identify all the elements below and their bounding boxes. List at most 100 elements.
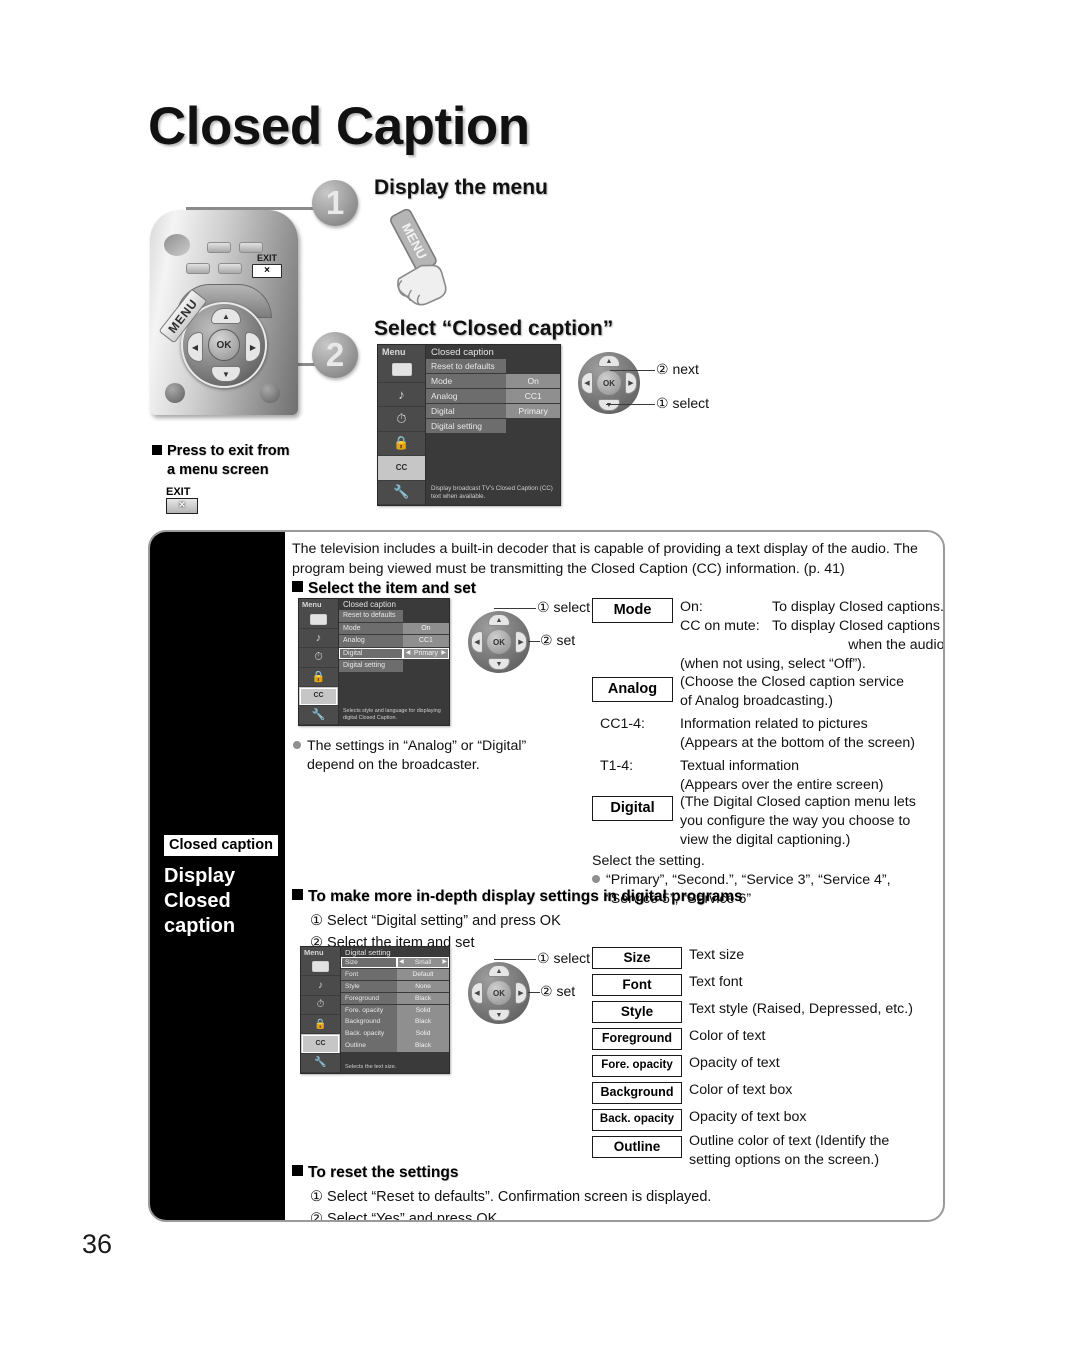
digital-services-line1: “Primary”, “Second.”, “Service 3”, “Serv… xyxy=(606,872,891,888)
def-mode-val2: To display Closed captions xyxy=(772,618,940,634)
tv-menu-title: Digital setting xyxy=(345,948,391,957)
section-heading-text: To make more in-depth display settings i… xyxy=(308,888,743,905)
tv-menu-row-value: On xyxy=(506,374,560,388)
reset-step2: ② Select “Yes” and press OK. xyxy=(310,1211,502,1222)
dpad-left-icon: ◀ xyxy=(581,372,593,394)
tv-menu-digital-setting: Menu ♪ ⏱ 🔒 CC 🔧 Digital setting Size ◀ S… xyxy=(300,946,450,1074)
remote-exit-label: EXIT xyxy=(256,253,277,263)
tv-menu-row-value-wrap: ◀ Small ▶ xyxy=(397,957,449,969)
def-mode-line2: CC on mute: To display Closed captions xyxy=(680,617,943,636)
remote-round-button-left xyxy=(165,383,185,403)
remote-button-4 xyxy=(218,263,242,274)
tv-menu-row-value: Default xyxy=(397,968,449,981)
definition-background: Color of text box xyxy=(689,1082,793,1098)
remote-ir-emitter xyxy=(164,234,190,256)
remote-control-illustration: EXIT × ▲ ▼ ◀ ▶ OK MENU xyxy=(150,210,298,415)
term-box-outline: Outline xyxy=(592,1136,682,1158)
definition-cc1-4: Information related to pictures (Appears… xyxy=(680,715,915,753)
value-left-arrow-icon: ◀ xyxy=(405,649,411,656)
dpad-label-next: ② next xyxy=(656,361,699,377)
dpad-up-icon: ▲ xyxy=(488,965,510,977)
tv-menu-row: Reset to defaults xyxy=(426,359,560,373)
dpad-lead-select xyxy=(606,404,655,406)
step-1-number: 1 xyxy=(312,180,358,226)
dpad-label-set: ② set xyxy=(540,632,576,648)
tv-menu-row: Mode On xyxy=(426,374,560,388)
tv-menu-title: Closed caption xyxy=(431,347,494,358)
definition-outline-line2: setting options on the screen.) xyxy=(689,1152,880,1168)
tv-menu-title: Closed caption xyxy=(343,600,396,609)
tv-menu-row-value: Black xyxy=(397,1016,449,1028)
cc-icon: CC xyxy=(378,456,425,481)
tv-menu-sidebar: Menu ♪ ⏱ 🔒 CC 🔧 xyxy=(378,345,426,505)
dpad-label-select: ① select xyxy=(656,395,710,411)
def-analog-line1: (Choose the Closed caption service xyxy=(680,674,904,690)
def-analog-line2: of Analog broadcasting.) xyxy=(680,693,834,709)
remote-dpad-down-icon: ▼ xyxy=(211,366,241,382)
tv-menu-row-key: Background xyxy=(341,1016,398,1028)
term-box-digital: Digital xyxy=(592,796,673,821)
term-t1-4: T1-4: xyxy=(600,758,634,774)
tv-menu-row-value: Primary xyxy=(506,404,560,418)
cc-icon: CC xyxy=(299,686,338,706)
definition-style: Text style (Raised, Depressed, etc.) xyxy=(689,1001,913,1017)
section-heading-in-depth: To make more in-depth display settings i… xyxy=(292,888,743,906)
tv-menu-row-key: Digital setting xyxy=(339,660,403,672)
def-mode-line1: On: To display Closed captions. xyxy=(680,598,943,617)
definition-size: Text size xyxy=(689,947,745,963)
tv-menu-row-key: Reset to defaults xyxy=(426,359,507,373)
def-mode-key2: CC on mute: xyxy=(680,618,760,634)
section-heading-select-item: Select the item and set xyxy=(292,580,476,598)
tv-menu-closed-caption-step2: Menu ♪ ⏱ 🔒 CC 🔧 Closed caption Reset to … xyxy=(377,344,561,506)
panel-sidebar-black: Closed caption Display Closed caption xyxy=(150,532,285,1220)
hand-pressing-menu-icon: MENU xyxy=(390,208,447,306)
definition-outline-line1: Outline color of text (Identify the xyxy=(689,1133,890,1149)
tv-menu-sidebar: Menu ♪ ⏱ 🔒 CC 🔧 xyxy=(301,947,341,1073)
term-box-font: Font xyxy=(592,974,682,996)
definition-font: Text font xyxy=(689,974,743,990)
term-box-foreground: Foreground xyxy=(592,1028,682,1050)
def-mode-note: (when not using, select “Off”). xyxy=(680,656,866,672)
def-cc-line1: Information related to pictures xyxy=(680,716,868,732)
tv-menu-row: Background Black xyxy=(341,1016,449,1028)
dpad-up-icon: ▲ xyxy=(488,614,510,626)
tv-menu-row-key: Analog xyxy=(426,389,507,403)
term-box-fore-opacity: Fore. opacity xyxy=(592,1055,682,1077)
value-right-arrow-icon: ▶ xyxy=(441,649,446,656)
broadcaster-note-line1: The settings in “Analog” or “Digital” xyxy=(307,738,527,754)
page-title: Closed Caption xyxy=(148,97,530,156)
picture-icon xyxy=(299,610,338,630)
bullet-square-icon xyxy=(292,889,303,900)
tv-menu-row-key: Mode xyxy=(426,374,507,388)
def-digital-line3: view the digital captioning.) xyxy=(680,832,851,848)
definition-outline: Outline color of text (Identify the sett… xyxy=(689,1132,889,1170)
term-box-background: Background xyxy=(592,1082,682,1104)
tv-menu-row: Reset to defaults xyxy=(339,610,449,622)
tv-menu-row-value: Black xyxy=(397,992,449,1004)
sidebar-tab-chip: Closed caption xyxy=(164,835,278,856)
definition-analog: (Choose the Closed caption service of An… xyxy=(680,673,904,711)
dpad-label-set: ② set xyxy=(540,983,576,999)
sidebar-tab-title: Display Closed caption xyxy=(164,864,235,939)
dpad-down-icon: ▼ xyxy=(488,1009,510,1021)
dpad-left-icon: ◀ xyxy=(471,982,483,1004)
in-depth-step1: ① Select “Digital setting” and press OK xyxy=(310,913,561,929)
picture-icon xyxy=(301,957,340,977)
remote-exit-group: EXIT × xyxy=(250,253,284,278)
tv-menu-sidebar: Menu ♪ ⏱ 🔒 CC 🔧 xyxy=(299,599,339,726)
exit-instruction-note: Press to exit from a menu screen EXIT × xyxy=(152,442,337,514)
tv-menu-row-key: Analog xyxy=(339,635,403,647)
lock-icon: 🔒 xyxy=(378,432,425,456)
dpad-ok-button: OK xyxy=(487,630,511,654)
setup-wrench-icon: 🔧 xyxy=(378,481,425,505)
tv-menu-row-value: Primary xyxy=(413,649,438,657)
tv-menu-row: Outline Black xyxy=(341,1040,449,1052)
setup-wrench-icon: 🔧 xyxy=(299,706,338,726)
tv-menu-row-value: None xyxy=(397,980,449,993)
tv-menu-row: Font Default xyxy=(341,968,449,981)
def-t-line1: Textual information xyxy=(680,758,800,774)
tv-menu-body: Digital setting Size ◀ Small ▶ Font Defa… xyxy=(341,947,449,1073)
term-box-back-opacity: Back. opacity xyxy=(592,1109,682,1131)
exit-note-key: × xyxy=(166,498,198,514)
remote-button-1 xyxy=(207,242,231,253)
